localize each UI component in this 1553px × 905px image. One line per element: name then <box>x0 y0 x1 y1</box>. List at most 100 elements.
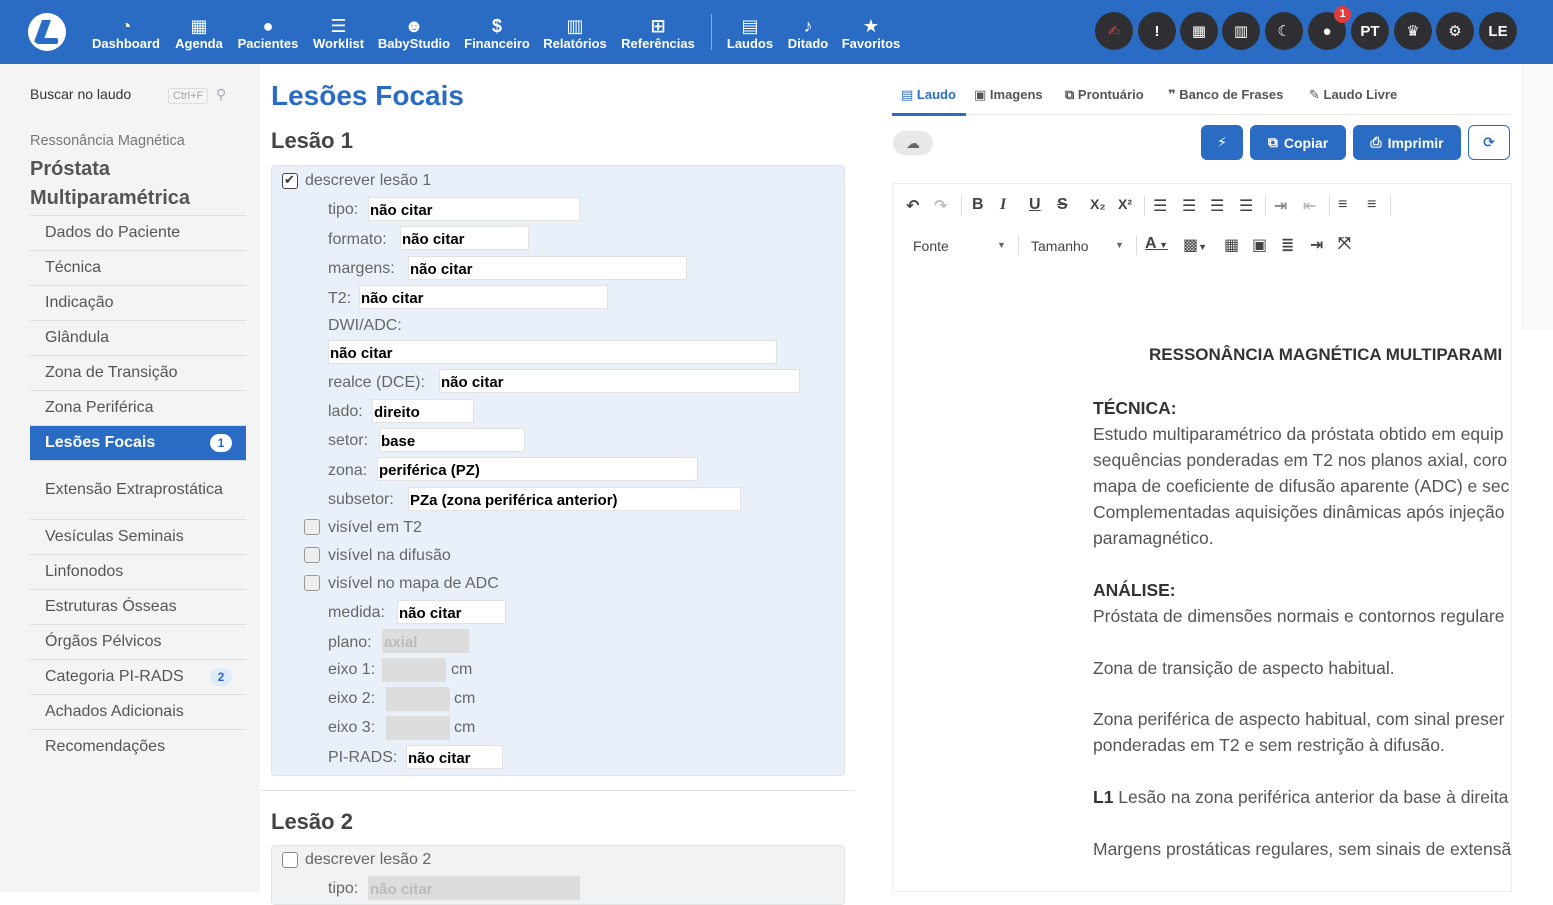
sidebar-item-estruturas-osseas[interactable]: Estruturas Ósseas <box>30 589 246 624</box>
sidebar-item-zona-periferica[interactable]: Zona Periférica <box>30 390 246 425</box>
align-right-icon[interactable]: ☰ <box>1210 196 1224 216</box>
horizontal-rule-icon[interactable]: ≣ <box>1281 235 1294 255</box>
lesion-2-tipo-select[interactable]: não citar <box>368 876 580 900</box>
nav-worklist[interactable]: ☰ Worklist <box>311 0 366 64</box>
sidebar-item-dados[interactable]: Dados do Paciente <box>30 215 246 250</box>
bold-icon[interactable]: B <box>972 196 984 214</box>
strikethrough-icon[interactable]: S <box>1057 196 1068 214</box>
text-color-icon[interactable]: A ▼ <box>1145 235 1168 253</box>
nav-pacientes[interactable]: ● Pacientes <box>236 0 300 64</box>
print-button[interactable]: ⎙ Imprimir <box>1353 125 1461 160</box>
cloud-icon[interactable]: ☁ <box>893 131 933 155</box>
superscript-icon[interactable]: X² <box>1118 196 1132 212</box>
t2-select[interactable]: não citar <box>359 285 608 309</box>
describe-lesion-2-checkbox[interactable] <box>282 852 298 868</box>
star-icon: ★ <box>862 16 880 36</box>
nav-relatorios[interactable]: ▥ Relatórios <box>542 0 608 64</box>
medida-select[interactable]: não citar <box>397 600 506 624</box>
describe-lesion-1-checkbox[interactable] <box>282 172 298 189</box>
eixo3-input[interactable] <box>386 716 450 740</box>
eixo2-label: eixo 2: <box>328 690 376 707</box>
eixo2-input[interactable] <box>386 687 450 711</box>
alert-icon[interactable]: ! <box>1138 12 1176 50</box>
sidebar-item-pirads[interactable]: Categoria PI-RADS 2 <box>30 659 246 694</box>
copy-icon: ⧉ <box>1267 134 1278 150</box>
font-family-select[interactable]: Fonte ▼ <box>913 238 1006 254</box>
tipo-select[interactable]: não citar <box>368 197 580 221</box>
table-icon[interactable]: ▦ <box>1224 235 1239 255</box>
sidebar-item-extensao[interactable]: Extensão Extraprostática <box>30 460 246 519</box>
margens-select[interactable]: não citar <box>408 256 687 280</box>
undo-icon[interactable]: ↶ <box>906 196 919 216</box>
redo-icon[interactable]: ↷ <box>934 196 947 216</box>
realce-select[interactable]: não citar <box>439 369 800 393</box>
nav-laudos[interactable]: ▤ Laudos <box>726 0 774 64</box>
highlight-color-icon[interactable]: ▩▼ <box>1183 235 1207 255</box>
page-break-icon[interactable]: ⇥ <box>1310 235 1323 255</box>
visible-diffusion-checkbox[interactable] <box>304 547 320 563</box>
app-logo[interactable] <box>28 13 66 51</box>
image-icon[interactable]: ▣ <box>1252 235 1267 255</box>
language-button[interactable]: PT <box>1351 12 1389 50</box>
nav-agenda[interactable]: ▦ Agenda <box>172 0 226 64</box>
ordered-list-icon[interactable]: ≡ <box>1338 196 1347 214</box>
gear-icon[interactable]: ⚙ <box>1436 12 1474 50</box>
setor-select[interactable]: base <box>379 428 525 452</box>
search-input[interactable]: Buscar no laudo <box>30 86 131 102</box>
formato-select[interactable]: não citar <box>400 226 529 250</box>
copy-button[interactable]: ⧉ Copiar <box>1250 125 1346 160</box>
editor-scrollbar[interactable] <box>1522 64 1553 330</box>
tab-prontuario[interactable]: ⧉ Prontuário <box>1065 87 1144 103</box>
visible-adc-checkbox[interactable] <box>304 575 320 591</box>
outdent-icon[interactable]: ⇤ <box>1303 196 1316 216</box>
calendar-icon[interactable]: ▦ <box>1180 12 1218 50</box>
sidebar-item-tecnica[interactable]: Técnica <box>30 250 246 285</box>
signature-icon[interactable]: ✍ <box>1095 12 1133 50</box>
subsetor-select[interactable]: PZa (zona periférica anterior) <box>408 487 741 511</box>
sidebar-item-lesoes-focais[interactable]: Lesões Focais 1 <box>30 425 246 460</box>
search-icon[interactable]: ⚲ <box>216 86 226 103</box>
sidebar-item-orgaos-pelvicos[interactable]: Órgãos Pélvicos <box>30 624 246 659</box>
sidebar-item-achados[interactable]: Achados Adicionais <box>30 694 246 729</box>
nav-referencias[interactable]: ⊞ Referências <box>619 0 697 64</box>
align-center-icon[interactable]: ☰ <box>1182 196 1196 216</box>
zona-select[interactable]: periférica (PZ) <box>377 457 698 481</box>
dwi-select[interactable]: não citar <box>328 340 777 364</box>
fullscreen-icon[interactable]: ⤧ <box>1338 235 1351 253</box>
sidebar-item-vesiculas[interactable]: Vesículas Seminais <box>30 519 246 554</box>
nav-dashboard[interactable]: ◔ Dashboard <box>92 0 160 64</box>
visible-t2-checkbox[interactable] <box>304 519 320 535</box>
building-icon[interactable]: ▥ <box>1222 12 1260 50</box>
crown-icon[interactable]: ♛ <box>1394 12 1432 50</box>
nav-financeiro[interactable]: $ Financeiro <box>463 0 531 64</box>
moon-icon[interactable]: ☾ <box>1265 12 1303 50</box>
sidebar-item-recomendacoes[interactable]: Recomendações <box>30 729 246 764</box>
sidebar-item-glandula[interactable]: Glândula <box>30 320 246 355</box>
bullet-list-icon[interactable]: ≡ <box>1367 196 1376 214</box>
sidebar-item-indicacao[interactable]: Indicação <box>30 285 246 320</box>
user-avatar[interactable]: LE <box>1479 12 1517 50</box>
nav-ditado[interactable]: ♪ Ditado <box>786 0 830 64</box>
magic-wand-button[interactable]: ⚡ <box>1201 125 1243 160</box>
sidebar-item-linfonodos[interactable]: Linfonodos <box>30 554 246 589</box>
align-justify-icon[interactable]: ☰ <box>1239 196 1253 216</box>
sidebar-item-zona-transicao[interactable]: Zona de Transição <box>30 355 246 390</box>
tab-laudo[interactable]: ▤ Laudo <box>901 87 956 103</box>
font-size-select[interactable]: Tamanho ▼ <box>1031 238 1124 254</box>
lado-select[interactable]: direito <box>372 399 474 423</box>
eixo1-input[interactable] <box>382 658 446 682</box>
underline-icon[interactable]: U <box>1029 196 1041 214</box>
nav-babystudio[interactable]: ☻ BabyStudio <box>377 0 451 64</box>
plano-select[interactable]: axial <box>382 629 469 653</box>
margens-line: Margens prostáticas regulares, sem sinai… <box>1093 839 1512 859</box>
subscript-icon[interactable]: X₂ <box>1090 196 1106 212</box>
align-left-icon[interactable]: ☰ <box>1153 196 1167 216</box>
pirads-select[interactable]: não citar <box>406 745 503 769</box>
nav-favoritos[interactable]: ★ Favoritos <box>841 0 901 64</box>
tab-imagens[interactable]: ▣ Imagens <box>974 87 1043 103</box>
tab-banco-frases[interactable]: ❞ Banco de Frases <box>1168 87 1283 103</box>
refresh-button[interactable]: ⟳ <box>1468 125 1510 160</box>
indent-icon[interactable]: ⇥ <box>1274 196 1287 216</box>
tab-laudo-livre[interactable]: ✎ Laudo Livre <box>1309 87 1397 103</box>
italic-icon[interactable]: I <box>1000 196 1006 214</box>
